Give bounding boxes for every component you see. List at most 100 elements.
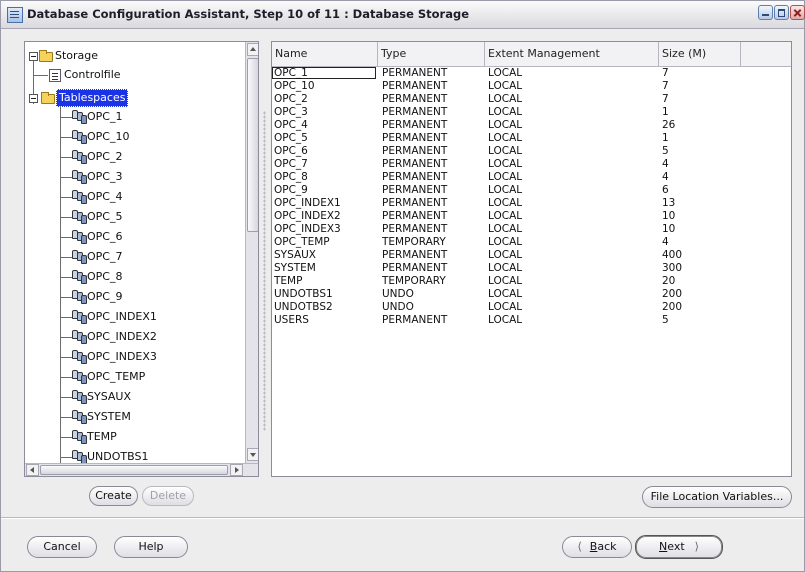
cell-ext: LOCAL <box>488 132 523 144</box>
tree-node-tablespace[interactable]: OPC_6 <box>87 228 122 246</box>
table-row[interactable]: OPC_1 PERMANENT LOCAL 7 <box>272 67 791 80</box>
controlfile-icon <box>49 69 61 82</box>
tree-connector <box>61 197 72 198</box>
cell-name: USERS <box>274 314 309 326</box>
storage-expander-icon[interactable] <box>29 52 38 61</box>
table-row[interactable]: OPC_9 PERMANENT LOCAL 6 <box>272 184 791 197</box>
cell-size: 5 <box>662 145 669 157</box>
tree-node-tablespace[interactable]: OPC_4 <box>87 188 122 206</box>
cell-type: UNDO <box>382 301 414 313</box>
tree-node-tablespace[interactable]: OPC_3 <box>87 168 122 186</box>
table-row[interactable]: SYSAUX PERMANENT LOCAL 400 <box>272 249 791 262</box>
cell-ext: LOCAL <box>488 119 523 131</box>
cell-ext: LOCAL <box>488 93 523 105</box>
tablespace-icon <box>72 310 88 324</box>
cell-name: OPC_4 <box>274 119 308 131</box>
tree-horizontal-scrollbar[interactable] <box>25 463 258 476</box>
table-row[interactable]: SYSTEM PERMANENT LOCAL 300 <box>272 262 791 275</box>
cell-name: OPC_8 <box>274 171 308 183</box>
scroll-right-icon[interactable] <box>230 464 243 476</box>
table-row[interactable]: UNDOTBS1 UNDO LOCAL 200 <box>272 288 791 301</box>
tree-node-tablespace[interactable]: OPC_10 <box>87 128 129 146</box>
cancel-button[interactable]: Cancel <box>27 536 97 558</box>
table-row[interactable]: OPC_4 PERMANENT LOCAL 26 <box>272 119 791 132</box>
table-row[interactable]: TEMP TEMPORARY LOCAL 20 <box>272 275 791 288</box>
help-button[interactable]: Help <box>114 536 188 558</box>
tree-connector <box>61 437 72 438</box>
cell-size: 26 <box>662 119 676 131</box>
cell-size: 7 <box>662 93 669 105</box>
cell-type: PERMANENT <box>382 184 448 196</box>
tree-node-tablespace[interactable]: SYSAUX <box>87 388 131 406</box>
tree-node-tablespace[interactable]: TEMP <box>87 428 117 446</box>
tree-node-tablespace[interactable]: OPC_5 <box>87 208 122 226</box>
tree-node-tablespace[interactable]: OPC_INDEX2 <box>87 328 157 346</box>
scroll-down-icon[interactable] <box>247 448 258 461</box>
scroll-up-icon[interactable] <box>247 43 258 56</box>
table-row[interactable]: OPC_INDEX1 PERMANENT LOCAL 13 <box>272 197 791 210</box>
tablespace-icon <box>72 250 88 264</box>
cell-ext: LOCAL <box>488 262 523 274</box>
cell-name: OPC_10 <box>274 80 315 92</box>
tree-node-tablespace[interactable]: OPC_8 <box>87 268 122 286</box>
file-location-variables-button[interactable]: File Location Variables... <box>642 486 792 508</box>
tree-connector <box>61 217 72 218</box>
close-icon[interactable] <box>790 5 805 20</box>
next-button[interactable]: Next ⟩ <box>635 535 723 559</box>
cell-type: PERMANENT <box>382 314 448 326</box>
table-row[interactable]: OPC_8 PERMANENT LOCAL 4 <box>272 171 791 184</box>
tree-vertical-scrollbar[interactable] <box>245 42 258 463</box>
table-row[interactable]: OPC_6 PERMANENT LOCAL 5 <box>272 145 791 158</box>
back-button[interactable]: ⟨ Back <box>562 536 632 558</box>
table-row[interactable]: OPC_3 PERMANENT LOCAL 1 <box>272 106 791 119</box>
column-header-extent-management[interactable]: Extent Management <box>485 42 659 66</box>
column-header-type[interactable]: Type <box>378 42 485 66</box>
tree-node-tablespace[interactable]: OPC_TEMP <box>87 368 145 386</box>
column-header-name[interactable]: Name <box>272 42 378 66</box>
table-row[interactable]: OPC_INDEX3 PERMANENT LOCAL 10 <box>272 223 791 236</box>
column-header-size[interactable]: Size (M) <box>659 42 741 66</box>
create-button[interactable]: Create <box>89 486 138 506</box>
scroll-left-icon[interactable] <box>26 464 39 476</box>
title-bar[interactable]: Database Configuration Assistant, Step 1… <box>1 1 805 29</box>
tree-node-storage[interactable]: Storage <box>55 47 98 65</box>
table-row[interactable]: OPC_5 PERMANENT LOCAL 1 <box>272 132 791 145</box>
tree-scroll-thumb[interactable] <box>247 58 258 232</box>
tablespace-icon <box>72 350 88 364</box>
tree-node-tablespace[interactable]: OPC_INDEX1 <box>87 308 157 326</box>
window-title: Database Configuration Assistant, Step 1… <box>27 7 470 21</box>
tablespaces-expander-icon[interactable] <box>29 94 38 103</box>
cell-name: OPC_3 <box>274 106 308 118</box>
minimize-icon[interactable] <box>758 5 773 20</box>
tree-node-tablespace[interactable]: OPC_2 <box>87 148 122 166</box>
cell-size: 20 <box>662 275 676 287</box>
tree-node-tablespace[interactable]: OPC_7 <box>87 248 122 266</box>
table-row[interactable]: OPC_7 PERMANENT LOCAL 4 <box>272 158 791 171</box>
cell-ext: LOCAL <box>488 314 523 326</box>
tree-node-tablespace[interactable]: OPC_9 <box>87 288 122 306</box>
cell-type: PERMANENT <box>382 249 448 261</box>
table-row[interactable]: USERS PERMANENT LOCAL 5 <box>272 314 791 327</box>
tree-connector <box>61 357 72 358</box>
tree-node-tablespace[interactable]: UNDOTBS1 <box>87 448 148 463</box>
tree-node-tablespace[interactable]: OPC_INDEX3 <box>87 348 157 366</box>
table-row[interactable]: OPC_INDEX2 PERMANENT LOCAL 10 <box>272 210 791 223</box>
tree-hscroll-thumb[interactable] <box>40 465 228 475</box>
tree-node-tablespace[interactable]: SYSTEM <box>87 408 131 426</box>
tablespace-icon <box>72 450 88 463</box>
cell-name: UNDOTBS1 <box>274 288 333 300</box>
table-row[interactable]: OPC_TEMP TEMPORARY LOCAL 4 <box>272 236 791 249</box>
tree-node-tablespace[interactable]: OPC_1 <box>87 108 122 126</box>
tablespace-icon <box>72 430 88 444</box>
cell-type: TEMPORARY <box>382 275 446 287</box>
maximize-icon[interactable] <box>774 5 789 20</box>
table-row[interactable]: UNDOTBS2 UNDO LOCAL 200 <box>272 301 791 314</box>
cell-size: 6 <box>662 184 669 196</box>
cell-ext: LOCAL <box>488 288 523 300</box>
panel-splitter[interactable] <box>259 41 271 477</box>
table-row[interactable]: OPC_10 PERMANENT LOCAL 7 <box>272 80 791 93</box>
cell-name: TEMP <box>274 275 303 287</box>
delete-button[interactable]: Delete <box>142 486 194 506</box>
tree-node-controlfile[interactable]: Controlfile <box>64 66 121 84</box>
table-row[interactable]: OPC_2 PERMANENT LOCAL 7 <box>272 93 791 106</box>
